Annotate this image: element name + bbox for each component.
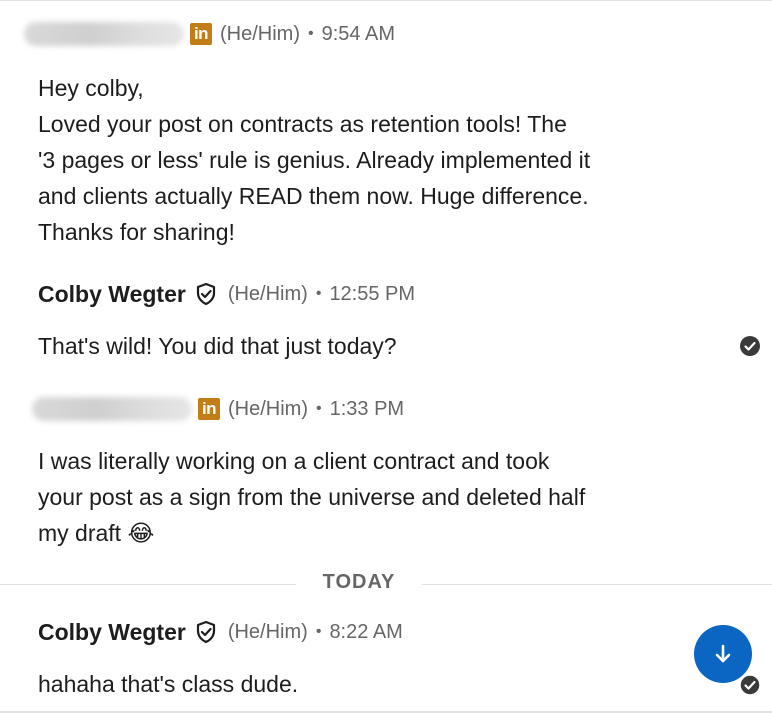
message-header: in (He/Him) • 1:33 PM (32, 395, 738, 423)
seen-check-icon (739, 335, 761, 357)
message-line: I was literally working on a client cont… (38, 448, 550, 474)
seen-check-icon (739, 674, 761, 696)
top-divider (0, 0, 772, 1)
message-line: my draft 😂 (38, 520, 155, 546)
message-group-1: in (He/Him) • 9:54 AM Hey colby, Loved y… (24, 20, 738, 250)
sender-pronouns: (He/Him) (227, 620, 308, 643)
divider-line (422, 584, 772, 585)
sender-pronouns: (He/Him) (220, 22, 300, 45)
message-header: Colby Wegter (He/Him) • 8:22 AM (38, 618, 738, 646)
message-time: 1:33 PM (329, 397, 405, 420)
separator-dot: • (316, 400, 322, 417)
message-group-2: Colby Wegter (He/Him) • 12:55 PM That's … (38, 280, 738, 364)
sender-name[interactable]: Colby Wegter (38, 619, 186, 646)
message-line: '3 pages or less' rule is genius. Alread… (38, 147, 591, 173)
arrow-down-icon (715, 644, 731, 663)
message-body: That's wild! You did that just today? (38, 328, 738, 364)
message-line: Hey colby, (38, 75, 144, 101)
separator-dot: • (308, 25, 314, 42)
message-body: I was literally working on a client cont… (38, 443, 738, 551)
message-line: your post as a sign from the universe an… (38, 484, 586, 510)
linkedin-icon: in (198, 398, 220, 420)
date-divider-label: TODAY (322, 571, 396, 593)
redacted-sender-name (24, 22, 184, 46)
message-line: hahaha that's class dude. (38, 671, 299, 697)
message-group-4: Colby Wegter (He/Him) • 8:22 AM hahaha t… (38, 618, 738, 702)
sender-pronouns: (He/Him) (227, 282, 308, 305)
message-group-3: in (He/Him) • 1:33 PM I was literally wo… (32, 395, 738, 551)
message-time: 9:54 AM (321, 22, 395, 45)
message-body: Hey colby, Loved your post on contracts … (38, 70, 738, 250)
verified-shield-icon (194, 282, 218, 306)
message-line: That's wild! You did that just today? (38, 333, 397, 359)
divider-line (0, 584, 296, 585)
message-header: Colby Wegter (He/Him) • 12:55 PM (38, 280, 738, 308)
message-body: hahaha that's class dude. (38, 666, 738, 702)
verified-shield-icon (194, 620, 218, 644)
date-divider: TODAY (0, 571, 772, 593)
message-line: and clients actually READ them now. Huge… (38, 183, 589, 209)
separator-dot: • (315, 623, 322, 640)
redacted-sender-name (32, 397, 192, 421)
message-time: 8:22 AM (329, 620, 403, 643)
message-line: Loved your post on contracts as retentio… (38, 111, 567, 137)
sender-pronouns: (He/Him) (228, 397, 308, 420)
sender-name[interactable]: Colby Wegter (38, 281, 186, 308)
message-header: in (He/Him) • 9:54 AM (24, 20, 738, 48)
message-time: 12:55 PM (329, 282, 416, 305)
separator-dot: • (315, 285, 322, 302)
linkedin-icon: in (190, 23, 212, 45)
message-line: Thanks for sharing! (38, 219, 235, 245)
